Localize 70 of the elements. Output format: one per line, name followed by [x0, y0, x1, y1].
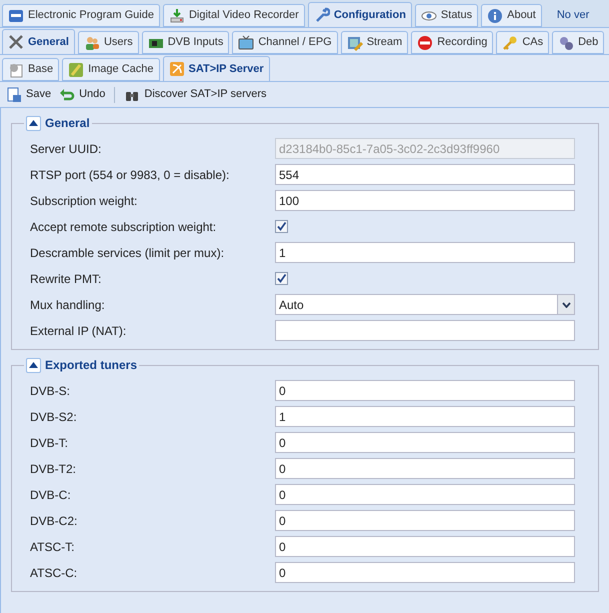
toolbar-button[interactable]: Save: [4, 84, 54, 106]
tab[interactable]: Electronic Program Guide: [2, 4, 160, 27]
tab[interactable]: About: [481, 4, 542, 27]
rec-icon: [417, 34, 434, 50]
field-label: Server UUID:: [29, 140, 102, 158]
floppy-icon: [6, 86, 22, 102]
tab[interactable]: Channel / EPG: [232, 31, 338, 54]
collapse-toggle[interactable]: [26, 116, 41, 130]
download-icon: [168, 8, 185, 24]
info-icon: [487, 8, 504, 24]
tab[interactable]: Image Cache: [62, 58, 160, 81]
field-label: DVB-T2:: [29, 460, 78, 478]
version-text: No ver: [556, 8, 590, 23]
field-label: DVB-C:: [29, 486, 72, 504]
field-label: DVB-S2:: [29, 408, 78, 426]
tab[interactable]: Users: [78, 31, 139, 54]
checkbox[interactable]: [275, 272, 288, 285]
tab[interactable]: Stream: [340, 31, 408, 54]
input-field[interactable]: 0: [275, 458, 575, 479]
collapse-toggle[interactable]: [26, 358, 41, 372]
field-label: Descramble services (limit per mux):: [29, 244, 226, 262]
input-field[interactable]: 554: [275, 164, 575, 185]
tab[interactable]: Deb: [552, 31, 604, 54]
input-field[interactable]: 1: [275, 406, 575, 427]
section-title: Exported tuners: [45, 357, 138, 374]
field-label: ATSC-C:: [29, 564, 78, 582]
field-label: Rewrite PMT:: [29, 270, 102, 288]
wrench-icon: [314, 7, 330, 23]
tab[interactable]: DVB Inputs: [142, 31, 230, 54]
input-field[interactable]: [275, 320, 575, 341]
toolbar-button[interactable]: Discover SAT>IP servers: [122, 84, 269, 106]
chevron-down-icon: [562, 302, 570, 308]
input-field[interactable]: 0: [275, 432, 575, 453]
collapse-arrow-icon: [29, 362, 38, 368]
tab[interactable]: Status: [414, 4, 478, 27]
undo-icon: [59, 86, 76, 102]
field-label: ATSC-T:: [29, 538, 76, 556]
tab[interactable]: SAT>IP Server: [162, 56, 270, 81]
tv-icon: [238, 34, 254, 50]
section-title: General: [45, 115, 90, 132]
tools-icon: [8, 34, 24, 50]
epg-icon: [8, 8, 24, 24]
tab[interactable]: CAs: [496, 31, 550, 54]
dropdown[interactable]: Auto: [275, 294, 575, 315]
tab[interactable]: Configuration: [308, 2, 412, 27]
input-field[interactable]: 0: [275, 380, 575, 401]
collapse-arrow-icon: [29, 120, 38, 126]
input-field[interactable]: 1: [275, 242, 575, 263]
brush-icon: [68, 62, 84, 78]
input-field[interactable]: 100: [275, 190, 575, 211]
field-label: External IP (NAT):: [29, 322, 128, 340]
field-label: Mux handling:: [29, 296, 106, 314]
key-icon: [502, 34, 518, 50]
input-field[interactable]: 0: [275, 536, 575, 557]
toolbar-button[interactable]: Undo: [57, 84, 108, 106]
input-field[interactable]: 0: [275, 484, 575, 505]
tab[interactable]: Base: [2, 58, 60, 81]
field-label: DVB-S:: [29, 382, 72, 400]
field-label: Subscription weight:: [29, 192, 138, 210]
field-label: RTSP port (554 or 9983, 0 = disable):: [29, 166, 230, 184]
field-label: DVB-C2:: [29, 512, 78, 530]
tab[interactable]: Digital Video Recorder: [162, 4, 305, 27]
users-icon: [84, 34, 100, 50]
field-label: Accept remote subscription weight:: [29, 218, 218, 236]
input-field[interactable]: 0: [275, 510, 575, 531]
checkbox[interactable]: [275, 220, 288, 233]
tab[interactable]: Recording: [411, 31, 494, 54]
field-label: DVB-T:: [29, 434, 70, 452]
input-field[interactable]: 0: [275, 562, 575, 583]
tab[interactable]: General: [2, 29, 75, 54]
